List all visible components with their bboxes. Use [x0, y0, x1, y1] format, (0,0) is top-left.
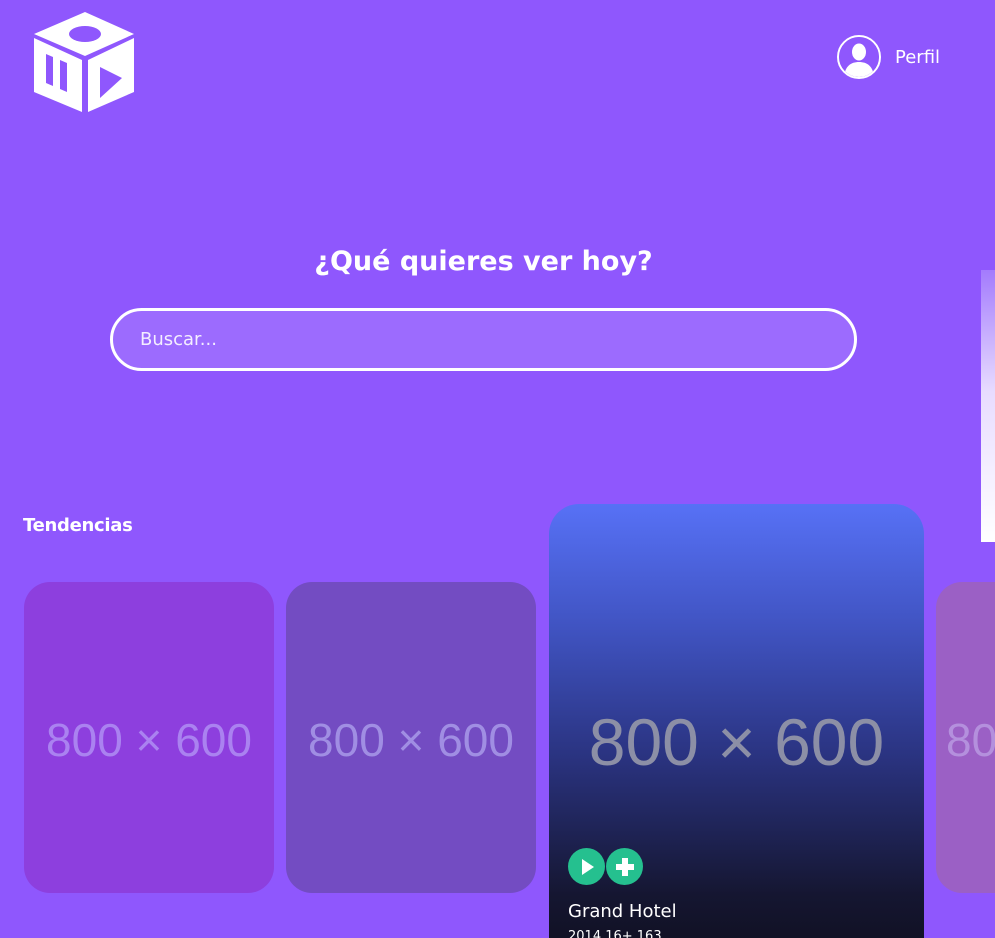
- movie-card[interactable]: 80: [936, 582, 995, 893]
- search-input[interactable]: [138, 328, 822, 351]
- cube-play-pause-logo-icon: [34, 12, 134, 112]
- profile-button[interactable]: Perfil: [837, 33, 940, 81]
- movie-card[interactable]: 800 × 600: [24, 582, 274, 893]
- play-icon: [581, 858, 594, 875]
- card-image-placeholder: 800 × 600: [46, 714, 252, 766]
- logo[interactable]: [30, 12, 136, 112]
- search-box[interactable]: [110, 308, 857, 371]
- card-image-placeholder: 800 × 600: [588, 705, 885, 779]
- card-image-placeholder: 80: [946, 714, 995, 766]
- add-to-list-button[interactable]: [606, 848, 643, 885]
- card-actions: [568, 848, 643, 885]
- movie-card[interactable]: 800 × 600: [286, 582, 536, 893]
- plus-icon: [615, 857, 634, 876]
- card-meta: 2014 16+ 163: [568, 929, 662, 938]
- scrollbar[interactable]: [981, 270, 995, 542]
- card-title: Grand Hotel: [568, 901, 677, 922]
- section-title-trending: Tendencias: [23, 515, 133, 536]
- card-image-placeholder: 800 × 600: [308, 714, 514, 766]
- profile-label: Perfil: [895, 46, 941, 68]
- hero-title: ¿Qué quieres ver hoy?: [314, 246, 653, 277]
- play-button[interactable]: [568, 848, 605, 885]
- user-avatar-icon: [837, 35, 881, 79]
- movie-card-featured[interactable]: 800 × 600 Grand Hotel 2014 16+ 163: [549, 504, 924, 938]
